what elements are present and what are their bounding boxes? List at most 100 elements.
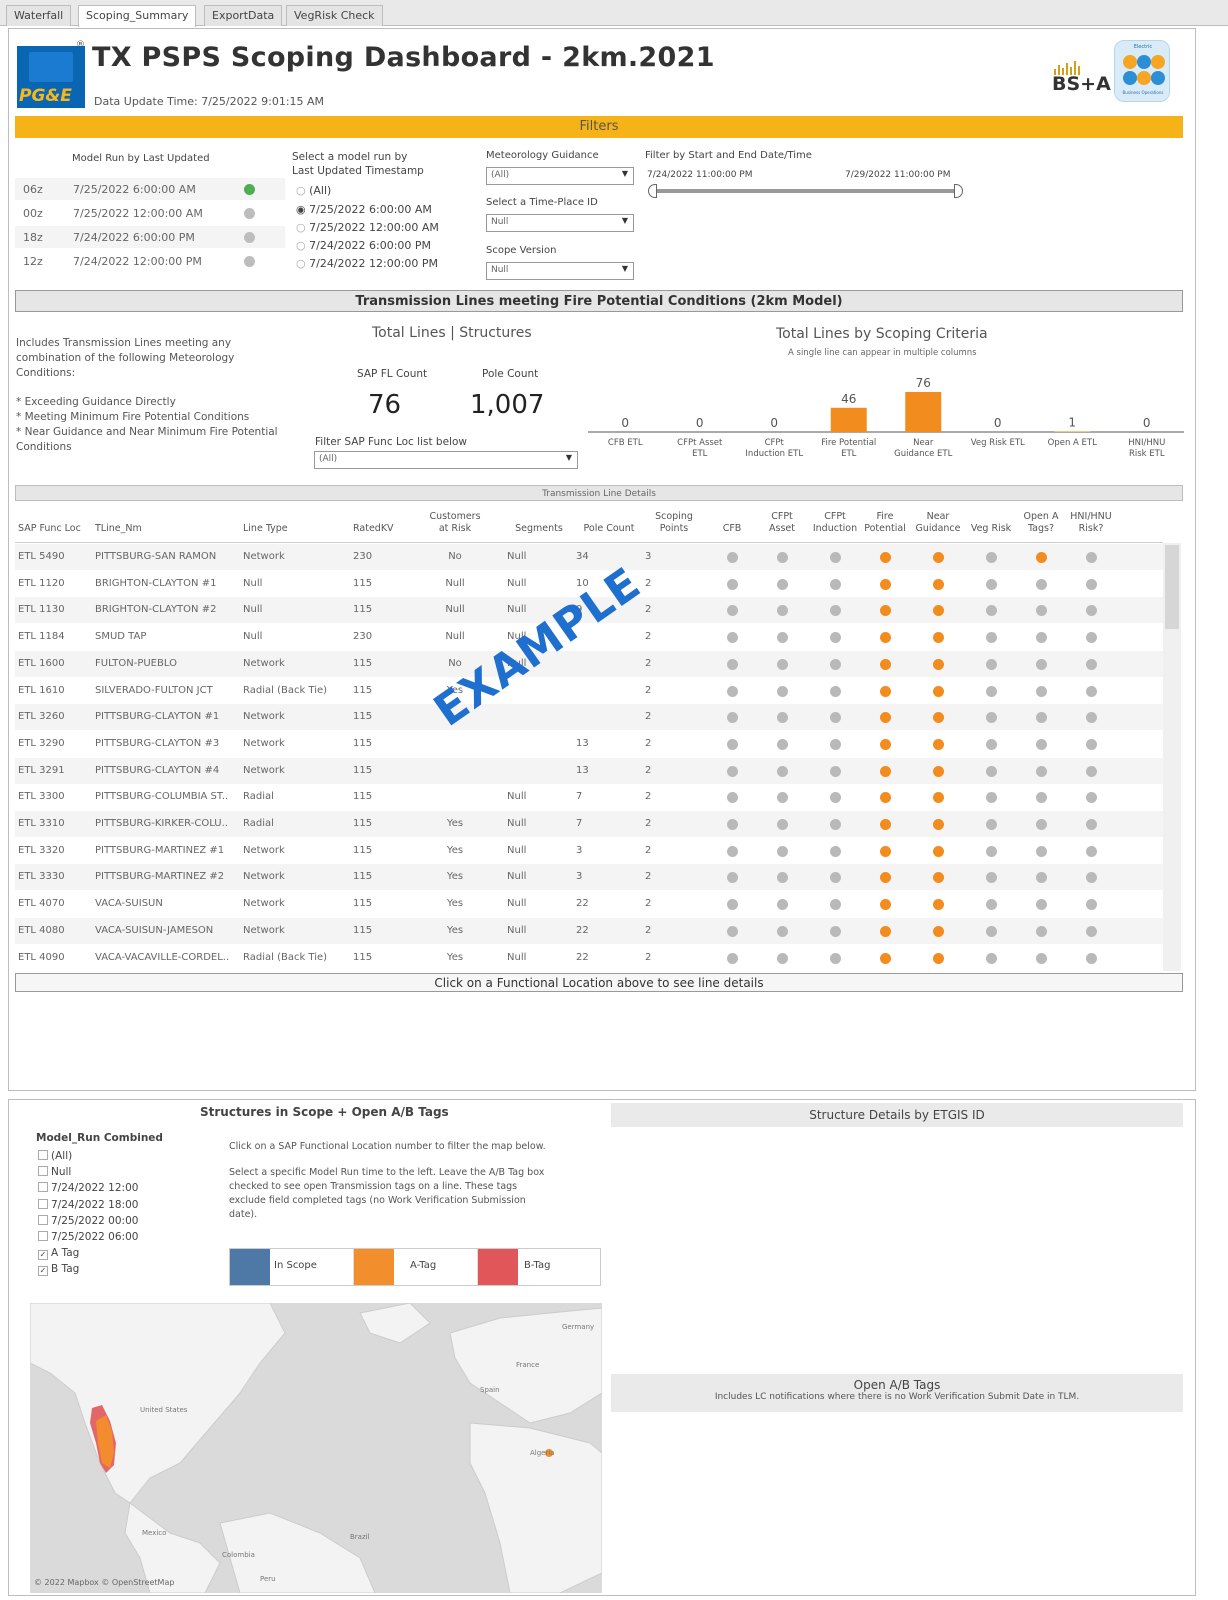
tab-waterfall[interactable]: Waterfall xyxy=(6,5,72,26)
func-loc-link[interactable]: ETL 1184 xyxy=(18,631,94,642)
func-loc-link[interactable]: ETL 1120 xyxy=(18,578,94,589)
checkbox-empty-icon xyxy=(38,1150,48,1160)
time-place-select[interactable]: Null ▼ xyxy=(486,214,634,232)
table-row[interactable]: ETL 5490 PITTSBURG-SAN RAMON Network 230 No N… xyxy=(15,544,1163,570)
column-header[interactable]: Pole Count xyxy=(576,523,642,535)
model-run-checkbox[interactable]: 7/25/2022 00:00 xyxy=(38,1214,138,1227)
legend-label: A-Tag xyxy=(410,1260,437,1271)
func-loc-link[interactable]: ETL 4090 xyxy=(18,952,94,963)
date-slider-start-handle[interactable] xyxy=(648,184,657,198)
radio-label: 7/25/2022 12:00:00 AM xyxy=(309,221,439,234)
table-row[interactable]: ETL 3320 PITTSBURG-MARTINEZ #1 Network 115 Y… xyxy=(15,838,1163,864)
model-run-row[interactable]: 18z 7/24/2022 6:00:00 PM xyxy=(15,226,285,248)
column-header[interactable]: CFPt Asset xyxy=(760,511,804,535)
table-row[interactable]: ETL 4080 VACA-SUISUN-JAMESON Network 115 Yes… xyxy=(15,917,1163,944)
table-row[interactable]: ETL 4070 VACA-SUISUN Network 115 Yes Null 22 2 xyxy=(15,891,1163,917)
table-row[interactable]: ETL 3330 PITTSBURG-MARTINEZ #2 Network 115 Y… xyxy=(15,864,1163,891)
func-loc-link[interactable]: ETL 3330 xyxy=(18,871,94,882)
legend-item-a-tag[interactable]: A-Tag xyxy=(354,1249,478,1285)
table-scrollbar[interactable] xyxy=(1163,543,1181,971)
func-loc-link[interactable]: ETL 4070 xyxy=(18,898,94,909)
table-row[interactable]: ETL 3291 PITTSBURG-CLAYTON #4 Network 115 13… xyxy=(15,757,1163,784)
column-header[interactable]: CFB xyxy=(710,523,754,535)
func-loc-link[interactable]: ETL 3310 xyxy=(18,818,94,829)
column-header[interactable]: HNI/HNU Risk? xyxy=(1067,511,1115,535)
func-loc-link[interactable]: ETL 3260 xyxy=(18,711,94,722)
table-row[interactable]: ETL 1610 SILVERADO-FULTON JCT Radial (Back… xyxy=(15,678,1163,704)
column-header[interactable]: Open A Tags? xyxy=(1017,511,1065,535)
column-header[interactable]: Veg Risk xyxy=(967,523,1015,535)
conditions-intro: combination of the following Meteorology xyxy=(16,352,235,364)
chart-bar[interactable] xyxy=(905,392,942,432)
legend-item-b-tag[interactable]: B-Tag xyxy=(478,1249,602,1285)
met-guidance-select[interactable]: (All) ▼ xyxy=(486,167,634,185)
chart-bar[interactable] xyxy=(830,407,867,432)
radio-option[interactable]: ○ 7/24/2022 12:00:00 PM xyxy=(296,257,438,270)
model-run-checkbox[interactable]: (All) xyxy=(38,1150,72,1162)
structure-details-header: Structure Details by ETGIS ID xyxy=(611,1103,1183,1127)
column-header[interactable]: TLine_Nm xyxy=(95,523,240,535)
func-loc-link[interactable]: ETL 3291 xyxy=(18,765,94,776)
chart-bar[interactable] xyxy=(1054,431,1091,432)
func-loc-link[interactable]: ETL 1600 xyxy=(18,658,94,669)
table-row[interactable]: ETL 4090 VACA-VACAVILLE-CORDEL.. Radial (B… xyxy=(15,945,1163,971)
table-cell: Null xyxy=(507,871,527,883)
func-loc-link[interactable]: ETL 4080 xyxy=(18,925,94,936)
func-loc-link[interactable]: ETL 5490 xyxy=(18,551,94,562)
func-loc-link[interactable]: ETL 3290 xyxy=(18,738,94,749)
tab-scoping-summary[interactable]: Scoping_Summary xyxy=(78,5,197,27)
column-header[interactable]: Line Type xyxy=(243,523,351,535)
criteria-met-dot xyxy=(880,819,891,830)
func-loc-link[interactable]: ETL 1610 xyxy=(18,685,94,696)
criteria-not-met-dot xyxy=(986,952,997,964)
criteria-not-met-dot xyxy=(1086,952,1097,964)
column-header[interactable]: Customers at Risk xyxy=(420,511,490,535)
model-run-checkbox[interactable]: 7/25/2022 06:00 xyxy=(38,1231,138,1243)
table-cell: 2 xyxy=(645,924,652,936)
map-label: Germany xyxy=(562,1323,595,1331)
column-header[interactable]: Segments xyxy=(507,523,571,535)
criteria-met-dot xyxy=(880,685,891,697)
table-row[interactable]: ETL 3300 PITTSBURG-COLUMBIA ST.. Radial 115… xyxy=(15,784,1163,810)
model-run-checkbox[interactable]: 7/24/2022 12:00 xyxy=(38,1182,138,1194)
criteria-met-dot xyxy=(933,792,944,804)
model-run-row[interactable]: 00z 7/25/2022 12:00:00 AM xyxy=(15,202,285,224)
func-loc-link[interactable]: ETL 3320 xyxy=(18,845,94,856)
model-run-checkbox[interactable]: Null xyxy=(38,1166,71,1178)
table-row[interactable]: ETL 3260 PITTSBURG-CLAYTON #1 Network 115 2 xyxy=(15,704,1163,731)
func-loc-link[interactable]: ETL 3300 xyxy=(18,791,94,802)
table-cell: VACA-SUISUN xyxy=(95,898,163,910)
scrollbar-thumb[interactable] xyxy=(1165,545,1179,629)
sap-func-loc-select[interactable]: (All) ▼ xyxy=(314,451,578,469)
radio-option[interactable]: ○ 7/25/2022 12:00:00 AM xyxy=(296,221,439,234)
radio-option[interactable]: ◉ 7/25/2022 6:00:00 AM xyxy=(296,203,432,216)
model-run-checkbox[interactable]: ✓ A Tag xyxy=(38,1247,79,1261)
column-header[interactable]: CFPt Induction xyxy=(810,511,860,535)
pge-logo-text: PG&E xyxy=(19,86,72,106)
table-row[interactable]: ETL 3310 PITTSBURG-KIRKER-COLU.. Radial 115… xyxy=(15,811,1163,837)
radio-option[interactable]: ○ 7/24/2022 6:00:00 PM xyxy=(296,239,431,252)
map-label: Brazil xyxy=(350,1533,370,1541)
legend-item-in-scope[interactable]: In Scope xyxy=(230,1249,354,1285)
tab-vegrisk-check[interactable]: VegRisk Check xyxy=(286,5,383,26)
model-run-code: 06z xyxy=(23,183,43,196)
criteria-met-dot xyxy=(933,605,944,617)
column-header[interactable]: Scoping Points xyxy=(645,511,703,535)
model-run-checkbox[interactable]: ✓ B Tag xyxy=(38,1263,79,1277)
scope-version-select[interactable]: Null ▼ xyxy=(486,262,634,280)
model-run-row[interactable]: 06z 7/25/2022 6:00:00 AM xyxy=(15,178,285,200)
column-header[interactable]: Fire Potential xyxy=(863,511,907,535)
table-row[interactable]: ETL 3290 PITTSBURG-CLAYTON #3 Network 115 13… xyxy=(15,731,1163,757)
func-loc-link[interactable]: ETL 1130 xyxy=(18,604,94,615)
model-run-row[interactable]: 12z 7/24/2022 12:00:00 PM xyxy=(15,250,285,272)
criteria-not-met-dot xyxy=(1036,899,1047,911)
radio-option[interactable]: ○ (All) xyxy=(296,184,331,197)
structures-map[interactable]: United States Mexico Colombia Peru Brazi… xyxy=(30,1303,602,1593)
column-header[interactable]: Near Guidance xyxy=(913,511,963,535)
table-row[interactable]: ETL 1600 FULTON-PUEBLO Network 115 No Null 2 xyxy=(15,650,1163,677)
column-header[interactable]: SAP Func Loc xyxy=(18,523,94,535)
date-slider-track[interactable] xyxy=(654,189,956,193)
model-run-checkbox[interactable]: 7/24/2022 18:00 xyxy=(38,1198,138,1211)
tab-export-data[interactable]: ExportData xyxy=(204,5,283,26)
column-header[interactable]: RatedKV xyxy=(353,523,417,535)
